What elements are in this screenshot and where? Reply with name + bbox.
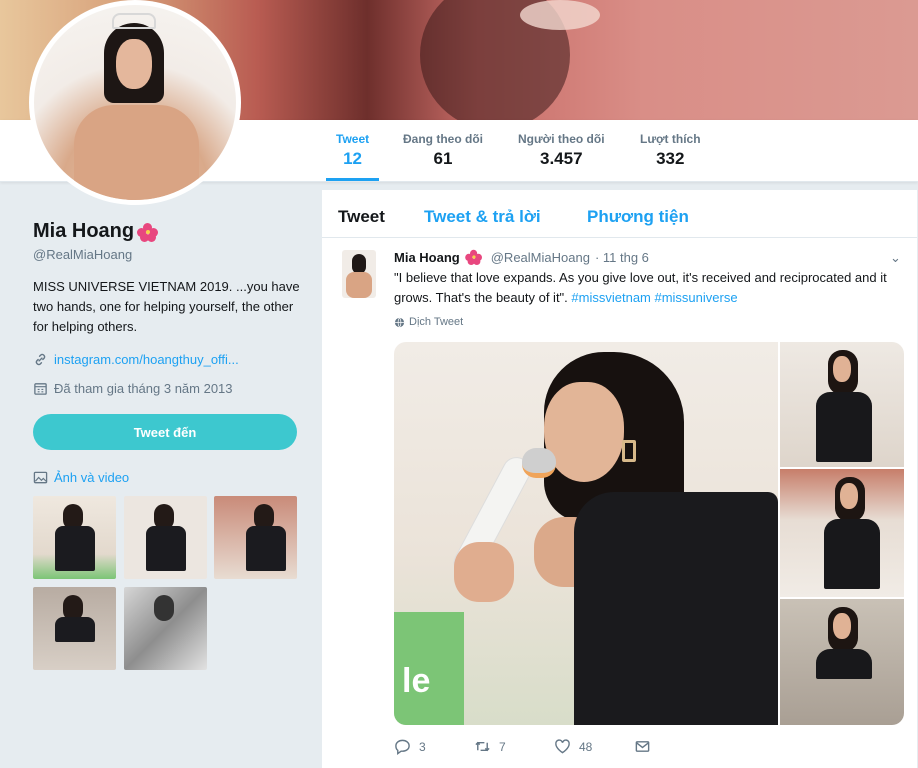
media-thumb[interactable] xyxy=(33,496,116,579)
tweet-photo-4[interactable] xyxy=(780,599,904,725)
retweet-button[interactable]: 7 xyxy=(474,738,554,755)
tweet-author-name[interactable]: Mia Hoang xyxy=(394,250,460,265)
direct-message-button[interactable] xyxy=(634,738,714,755)
tweet-actions: 3 7 48 xyxy=(394,738,714,755)
reply-icon xyxy=(395,739,410,755)
media-thumb[interactable] xyxy=(124,587,207,670)
reply-button[interactable]: 3 xyxy=(394,738,474,755)
photo-sign-text: le xyxy=(402,662,431,700)
tab-tweets-replies[interactable]: Tweet & trả lời xyxy=(424,207,541,227)
tweet-photo-main[interactable]: le xyxy=(394,342,778,725)
profile-avatar[interactable] xyxy=(29,0,241,205)
retweet-count: 7 xyxy=(499,739,506,754)
profile-link-row: instagram.com/hoangthuy_offi... xyxy=(33,352,239,367)
media-thumb[interactable] xyxy=(124,496,207,579)
nav-following-count: 61 xyxy=(433,149,453,168)
tweet-photo-3[interactable] xyxy=(780,469,904,597)
tweet-author-handle[interactable]: @RealMiaHoang xyxy=(491,250,590,265)
tweet-photo-2[interactable] xyxy=(780,342,904,467)
nav-tweets[interactable]: Tweet 12 xyxy=(326,120,380,181)
heart-icon xyxy=(555,739,570,754)
profile-handle: @RealMiaHoang xyxy=(33,247,133,262)
profile-bio: MISS UNIVERSE VIETNAM 2019. ...you have … xyxy=(33,279,300,334)
media-title-label: Ảnh và video xyxy=(54,470,130,485)
avatar-tiara xyxy=(112,13,156,29)
translate-label: Dịch Tweet xyxy=(409,316,464,328)
calendar-icon xyxy=(34,383,47,395)
media-thumb[interactable] xyxy=(33,587,116,670)
nav-likes-count: 332 xyxy=(656,149,685,168)
nav-likes[interactable]: Lượt thích 332 xyxy=(630,120,711,182)
nav-likes-label: Lượt thích xyxy=(640,132,701,146)
tab-tweets[interactable]: Tweet xyxy=(338,207,385,227)
media-section-title[interactable]: Ảnh và video xyxy=(33,470,129,485)
profile-joined-row: Đã tham gia tháng 3 năm 2013 xyxy=(33,381,233,396)
nav-followers-count: 3.457 xyxy=(540,149,583,168)
nav-following[interactable]: Đang theo dõi 61 xyxy=(393,120,493,182)
tab-media[interactable]: Phương tiện xyxy=(587,207,689,227)
nav-tweets-label: Tweet xyxy=(336,132,370,146)
media-thumb[interactable] xyxy=(214,496,297,579)
profile-link[interactable]: instagram.com/hoangthuy_offi... xyxy=(54,352,239,367)
image-icon xyxy=(33,471,48,484)
nav-followers[interactable]: Người theo dõi 3.457 xyxy=(508,120,615,182)
like-count: 48 xyxy=(579,739,593,754)
tweet-to-button[interactable]: Tweet đến xyxy=(33,414,297,450)
avatar-photo xyxy=(34,5,236,200)
profile-name[interactable]: Mia Hoang xyxy=(33,220,134,243)
globe-icon xyxy=(394,317,405,327)
hibiscus-icon xyxy=(464,249,483,265)
reply-count: 3 xyxy=(419,739,426,754)
hibiscus-icon xyxy=(137,222,159,242)
chevron-down-icon[interactable]: ⌄ xyxy=(890,250,901,266)
like-button[interactable]: 48 xyxy=(554,738,634,755)
tweet-avatar[interactable] xyxy=(342,250,376,298)
timeline-tabs: Tweet Tweet & trả lời Phương tiện xyxy=(322,190,917,238)
retweet-icon xyxy=(475,741,490,752)
tweet-text: "I believe that love expands. As you giv… xyxy=(394,268,904,308)
profile-sidebar: Mia Hoang @RealMiaHoang MISS UNIVERSE VI… xyxy=(0,182,320,768)
nav-followers-label: Người theo dõi xyxy=(518,132,605,146)
tweet-hashtags[interactable]: #missvietnam #missuniverse xyxy=(571,290,737,305)
tweet-date[interactable]: · 11 thg 6 xyxy=(595,250,649,265)
tweet-header: Mia Hoang @RealMiaHoang · 11 thg 6 xyxy=(394,248,649,266)
translate-tweet[interactable]: Dịch Tweet xyxy=(394,316,463,328)
nav-following-label: Đang theo dõi xyxy=(403,132,483,146)
link-icon xyxy=(35,353,46,366)
profile-joined: Đã tham gia tháng 3 năm 2013 xyxy=(54,381,233,396)
message-icon xyxy=(635,741,650,752)
banner-flower xyxy=(520,0,600,30)
avatar-face xyxy=(116,39,152,89)
nav-tweets-count: 12 xyxy=(343,149,363,168)
profile-name-row: Mia Hoang xyxy=(33,220,159,243)
timeline: Tweet Tweet & trả lời Phương tiện Mia Ho… xyxy=(322,190,917,768)
